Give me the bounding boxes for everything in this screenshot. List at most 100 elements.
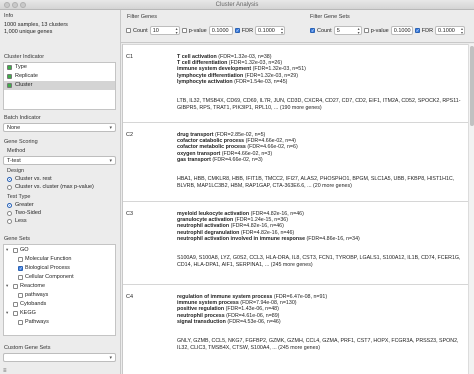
expand-arrow-icon[interactable]: ▾ bbox=[6, 247, 11, 253]
chevron-down-icon: ▾ bbox=[109, 355, 112, 361]
tree-item-kegg-pathways[interactable]: Pathways bbox=[18, 319, 49, 325]
cluster-indicator-list[interactable]: Type Replicate Cluster bbox=[3, 62, 116, 110]
cluster-label: C2 bbox=[126, 132, 134, 138]
batch-indicator-select[interactable]: None ▾ bbox=[3, 123, 116, 132]
pvalue-spinbox[interactable]: 0.1000 bbox=[208, 26, 233, 35]
checkbox-icon[interactable] bbox=[13, 283, 18, 289]
cluster-indicator-item-cluster[interactable]: Cluster bbox=[4, 81, 115, 90]
gene-set-name: drug transport bbox=[177, 132, 214, 138]
expand-arrow-icon[interactable]: ▾ bbox=[6, 283, 11, 289]
pvalue-spinbox[interactable]: 0.1000 bbox=[390, 26, 413, 35]
gene-set-stat: (FDR=7.94e-08, n=130) bbox=[238, 300, 297, 307]
test-type-greater[interactable]: Greater bbox=[7, 202, 34, 208]
results-panel: C1 T cell activation (FDR=1.32e-03, n=38… bbox=[122, 44, 468, 374]
gene-set-stat: (FDR=1.32e-03, n=26) bbox=[227, 60, 283, 67]
control-panel: Info 1000 samples, 13 clusters 1,000 uni… bbox=[0, 10, 121, 374]
tree-item-kegg[interactable]: ▾ KEGG bbox=[6, 310, 36, 316]
gene-set-name: oxygen transport bbox=[177, 150, 221, 157]
gene-set-name: granulocyte activation bbox=[177, 217, 234, 224]
tree-label: KEGG bbox=[20, 310, 36, 316]
checkbox-icon[interactable] bbox=[13, 247, 18, 253]
expand-arrow-icon[interactable]: ▾ bbox=[6, 310, 11, 316]
method-select[interactable]: T-test ▾ bbox=[3, 156, 116, 165]
window-titlebar: Cluster Analysis bbox=[0, 0, 474, 10]
count-spinbox[interactable]: 5 ▴ ▾ bbox=[333, 26, 362, 35]
test-type-less[interactable]: Less bbox=[7, 218, 27, 224]
item-label: Type bbox=[15, 64, 27, 70]
tree-item-molecular-function[interactable]: Molecular Function bbox=[18, 256, 71, 262]
fdr-checkbox[interactable]: ✓ bbox=[234, 28, 240, 33]
test-type-two-sided[interactable]: Two-Sided bbox=[7, 210, 41, 216]
gene-set-stat: (FDR=4.66e-02, n=4) bbox=[244, 138, 296, 145]
checkbox-icon[interactable]: ✓ bbox=[18, 265, 23, 271]
design-option-vs-rest[interactable]: Cluster vs. rest bbox=[7, 176, 52, 182]
gene-set-name: regulation of immune system process bbox=[177, 294, 273, 300]
fdr-spinbox[interactable]: 0.1000 ▴ ▾ bbox=[255, 26, 286, 35]
tree-item-cellular-component[interactable]: Cellular Component bbox=[18, 274, 74, 280]
fdr-spinbox[interactable]: 0.1000 ▴ ▾ bbox=[435, 26, 466, 35]
count-spinbox[interactable]: 10 ▴ ▾ bbox=[149, 26, 180, 35]
filter-genes-controls: Count 10 ▴ ▾ p-value 0.1000 ✓ FDR 0.1000 ▴ ▾ bbox=[126, 26, 286, 35]
chevron-down-icon: ▾ bbox=[109, 158, 112, 164]
zoom-window-button[interactable] bbox=[20, 2, 26, 8]
batch-indicator-value: None bbox=[7, 125, 21, 131]
minimize-window-button[interactable] bbox=[12, 2, 18, 8]
resize-grip-icon[interactable]: ≡ bbox=[3, 368, 7, 374]
gene-set-name: T cell activation bbox=[177, 54, 217, 60]
item-label: Replicate bbox=[15, 73, 38, 79]
filter-gene-sets-title: Filter Gene Sets bbox=[310, 14, 350, 20]
scrollbar-thumb[interactable] bbox=[470, 46, 474, 126]
gene-set-name: immune system process bbox=[177, 300, 239, 307]
option-label: Cluster vs. cluster (max p-value) bbox=[15, 184, 94, 190]
gene-set-list: T cell activation (FDR=1.32e-03, n=38) T… bbox=[177, 54, 306, 85]
design-option-vs-cluster[interactable]: Cluster vs. cluster (max p-value) bbox=[7, 184, 94, 190]
tree-label: Pathways bbox=[25, 319, 49, 325]
tree-label: Cellular Component bbox=[25, 274, 74, 280]
tree-item-reactome[interactable]: ▾ Reactome bbox=[6, 283, 45, 289]
tree-item-reactome-pathways[interactable]: pathways bbox=[18, 292, 48, 298]
results-scrollbar[interactable] bbox=[468, 44, 474, 374]
gene-set-entry: signal transduction (FDR=4.53e-06, n=46) bbox=[177, 319, 327, 325]
variable-icon bbox=[7, 83, 12, 88]
tree-item-biological-process[interactable]: ✓ Biological Process bbox=[18, 265, 70, 271]
gene-set-stat: (FDR=4.86e-16, n=34) bbox=[305, 235, 360, 242]
stepper-arrows-icon[interactable]: ▴ ▾ bbox=[461, 27, 463, 35]
count-label: Count bbox=[317, 27, 332, 34]
stepper-arrows-icon[interactable]: ▴ ▾ bbox=[176, 27, 178, 35]
pvalue-label: p-value bbox=[188, 27, 207, 34]
stepper-arrows-icon[interactable]: ▴ ▾ bbox=[281, 27, 283, 35]
gene-set-name: neutrophil process bbox=[177, 312, 225, 319]
count-value: 10 bbox=[152, 28, 159, 34]
fdr-checkbox[interactable]: ✓ bbox=[414, 28, 420, 33]
radio-icon bbox=[7, 210, 12, 216]
gene-set-entry: neutrophil activation involved in immune… bbox=[177, 236, 360, 242]
pvalue-checkbox[interactable] bbox=[181, 28, 187, 33]
gene-set-stat: (FDR=6.47e-08, n=91) bbox=[272, 294, 328, 300]
tree-label: pathways bbox=[25, 292, 49, 298]
count-checkbox[interactable]: ✓ bbox=[310, 28, 315, 33]
checkbox-icon[interactable] bbox=[13, 301, 18, 307]
checkbox-icon[interactable] bbox=[18, 256, 23, 262]
tree-label: Cytobands bbox=[20, 301, 47, 307]
stepper-arrows-icon[interactable]: ▴ ▾ bbox=[358, 27, 360, 35]
pvalue-checkbox[interactable] bbox=[363, 28, 369, 33]
gene-scoring-title: Gene Scoring bbox=[4, 139, 38, 145]
cluster-indicator-item-replicate[interactable]: Replicate bbox=[4, 72, 115, 81]
cluster-row: C2 drug transport (FDR=2.85e-02, n=5) co… bbox=[123, 122, 468, 201]
gene-sets-tree[interactable]: ▾ GO Molecular Function ✓ Biological Pro… bbox=[3, 244, 116, 336]
filter-genes-title: Filter Genes bbox=[127, 14, 157, 20]
close-window-button[interactable] bbox=[4, 2, 10, 8]
checkbox-icon[interactable] bbox=[18, 319, 23, 325]
cluster-indicator-item-type[interactable]: Type bbox=[4, 63, 115, 72]
gene-set-name: T cell differentiation bbox=[177, 60, 228, 67]
gene-set-name: positive regulation bbox=[177, 306, 225, 313]
checkbox-icon[interactable] bbox=[18, 292, 23, 298]
checkbox-icon[interactable] bbox=[18, 274, 23, 280]
count-checkbox[interactable] bbox=[126, 28, 131, 33]
window-title: Cluster Analysis bbox=[215, 2, 259, 8]
custom-gene-sets-select[interactable]: ▾ bbox=[3, 353, 116, 362]
tree-item-cytobands[interactable]: Cytobands bbox=[13, 301, 46, 307]
checkbox-icon[interactable] bbox=[13, 310, 18, 316]
tree-item-go[interactable]: ▾ GO bbox=[6, 247, 29, 253]
gene-set-name: neutrophil degranulation bbox=[177, 229, 240, 236]
